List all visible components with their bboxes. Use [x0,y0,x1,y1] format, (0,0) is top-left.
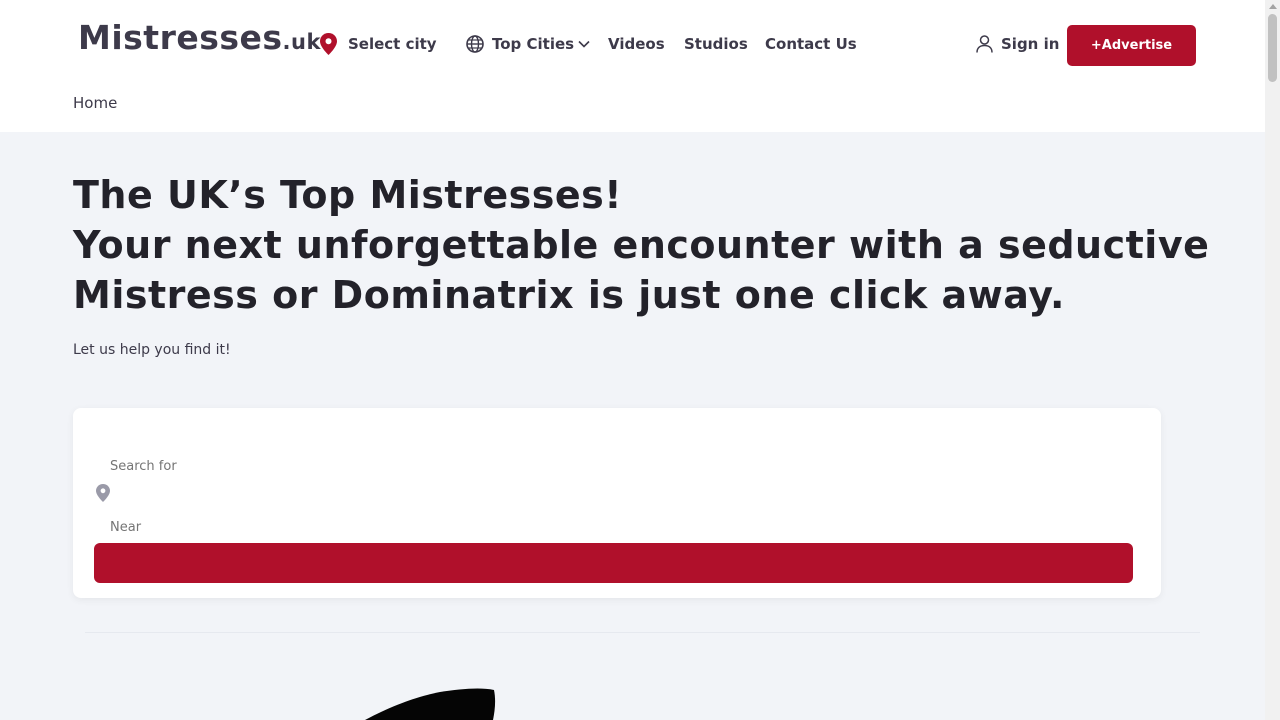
chevron-down-icon [578,40,590,48]
sign-in-label: Sign in [1001,35,1060,53]
hero-title-line-3: Mistress or Dominatrix is just one click… [73,273,1065,317]
hero-title: The UK’s Top Mistresses! Your next unfor… [73,170,1210,320]
top-cities-dropdown[interactable]: Top Cities [466,33,590,55]
section-divider [85,632,1200,633]
select-city-button[interactable]: Select city [320,33,437,55]
near-location-input[interactable] [110,517,1010,537]
nav-contact-label: Contact Us [765,35,857,53]
select-city-label: Select city [348,35,437,53]
hero-title-line-1: The UK’s Top Mistresses! [73,173,623,217]
logo-main-text: Mistresses [78,18,283,57]
scrollbar-thumb[interactable] [1268,14,1277,82]
scroll-up-icon[interactable] [1269,4,1277,9]
top-cities-label: Top Cities [492,35,575,53]
advertise-button[interactable]: +Advertise [1067,25,1196,66]
nav-videos-label: Videos [608,35,665,53]
breadcrumb-home[interactable]: Home [73,94,117,112]
nav-videos-link[interactable]: Videos [608,33,665,55]
user-icon [976,35,993,53]
hero-title-line-2: Your next unforgettable encounter with a… [73,223,1210,267]
near-location-icon [96,484,110,506]
map-pin-icon [320,33,337,55]
nav-studios-label: Studios [684,35,748,53]
partial-image-graphic [365,686,500,720]
top-navigation-bar: Mistresses.uk Select city Top Cities Vid… [0,0,1265,132]
globe-icon [466,35,484,53]
page-scrollbar[interactable] [1265,0,1280,720]
search-for-input[interactable] [110,456,1010,476]
nav-studios-link[interactable]: Studios [684,33,748,55]
search-form-card [73,408,1161,598]
site-logo[interactable]: Mistresses.uk [78,18,321,57]
search-submit-button[interactable] [94,543,1133,583]
logo-tld-text: .uk [282,30,321,54]
sign-in-link[interactable]: Sign in [976,33,1059,55]
hero-subtitle: Let us help you find it! [73,342,231,358]
nav-contact-link[interactable]: Contact Us [765,33,857,55]
